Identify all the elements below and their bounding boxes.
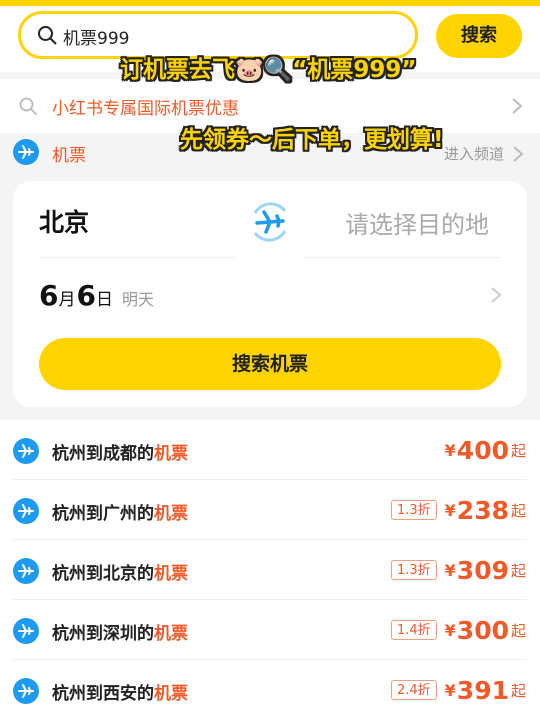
route-name: 杭州到广州的机票	[52, 499, 188, 524]
flight-booking-card: 北京 请选择目的地 6月6日 明天 搜索机票	[13, 181, 527, 407]
route-highlight: 机票	[154, 564, 188, 584]
route-item[interactable]: 杭州到广州的机票 1.3折 ¥238 起	[0, 480, 540, 540]
discount-badge: 1.3折	[390, 500, 437, 520]
date-month-unit: 月	[58, 290, 76, 310]
search-query-text: 机票999	[63, 29, 130, 49]
route-item[interactable]: 杭州到北京的机票 1.3折 ¥309 起	[0, 540, 540, 600]
plane-icon	[13, 618, 39, 644]
date-day-unit: 日	[95, 290, 113, 310]
route-prefix: 杭州到成都的	[52, 444, 154, 464]
swap-plane-icon[interactable]	[245, 199, 295, 245]
route-prefix: 杭州到广州的	[52, 504, 154, 524]
top-accent-strip	[0, 0, 540, 6]
price-suffix: 起	[510, 441, 526, 460]
route-prefix: 杭州到北京的	[52, 564, 154, 584]
route-item[interactable]: 杭州到成都的机票 ¥400 起	[0, 420, 540, 480]
price-value: 391	[456, 675, 509, 705]
route-price: 1.3折 ¥238 起	[390, 494, 526, 526]
route-highlight: 机票	[154, 684, 188, 704]
currency-symbol: ¥	[444, 560, 456, 580]
route-name: 杭州到深圳的机票	[52, 619, 188, 644]
category-label: 机票	[52, 146, 86, 166]
discount-badge: 1.4折	[390, 620, 437, 640]
search-button[interactable]: 搜索	[436, 14, 522, 58]
route-price: ¥400 起	[445, 434, 526, 466]
discount-badge: 1.3折	[390, 560, 437, 580]
chevron-right-icon	[513, 146, 524, 162]
price-value: 400	[456, 435, 509, 465]
route-item[interactable]: 杭州到西安的机票 2.4折 ¥391 起	[0, 660, 540, 720]
divider	[39, 257, 235, 258]
departure-date[interactable]: 6月6日 明天	[39, 279, 154, 312]
route-highlight: 机票	[154, 444, 188, 464]
suggestion-label: 小红书专属国际机票优惠	[52, 99, 239, 119]
divider	[305, 257, 501, 258]
plane-icon	[13, 498, 39, 524]
currency-symbol: ¥	[444, 500, 456, 520]
promo-overlay-line2: 先领券～后下单，更划算!	[180, 127, 444, 153]
plane-icon	[13, 139, 39, 165]
enter-channel-link[interactable]: 进入频道	[444, 143, 504, 164]
route-name: 杭州到成都的机票	[52, 439, 188, 464]
chevron-right-icon	[491, 287, 502, 303]
price-value: 300	[456, 615, 509, 645]
route-price: 1.4折 ¥300 起	[390, 614, 526, 646]
date-weekday: 明天	[121, 290, 154, 309]
route-name: 杭州到西安的机票	[52, 679, 188, 704]
search-flights-button[interactable]: 搜索机票	[39, 338, 501, 390]
price-suffix: 起	[510, 621, 526, 640]
search-icon	[19, 97, 37, 115]
route-highlight: 机票	[154, 504, 188, 524]
search-icon	[38, 26, 57, 45]
date-day: 6	[76, 279, 96, 312]
currency-symbol: ¥	[444, 680, 456, 700]
route-list: 杭州到成都的机票 ¥400 起 杭州到广州的机票 1.3折 ¥238 起 杭州到北京…	[0, 420, 540, 720]
plane-icon	[13, 678, 39, 704]
price-suffix: 起	[510, 561, 526, 580]
destination-input[interactable]: 请选择目的地	[345, 205, 489, 240]
currency-symbol: ¥	[444, 620, 456, 640]
route-prefix: 杭州到西安的	[52, 684, 154, 704]
route-price: 2.4折 ¥391 起	[390, 674, 526, 706]
departure-city[interactable]: 北京	[39, 203, 89, 239]
price-suffix: 起	[510, 681, 526, 700]
date-month: 6	[39, 279, 59, 312]
price-value: 309	[456, 555, 509, 585]
plane-icon	[13, 558, 39, 584]
route-prefix: 杭州到深圳的	[52, 624, 154, 644]
route-name: 杭州到北京的机票	[52, 559, 188, 584]
route-price: 1.3折 ¥309 起	[390, 554, 526, 586]
price-suffix: 起	[510, 501, 526, 520]
promo-overlay-line1: 订机票去飞🐷🔍“机票999”	[120, 57, 417, 83]
currency-symbol: ¥	[444, 440, 456, 460]
discount-badge: 2.4折	[390, 680, 437, 700]
chevron-right-icon	[512, 98, 523, 114]
route-item[interactable]: 杭州到深圳的机票 1.4折 ¥300 起	[0, 600, 540, 660]
price-value: 238	[456, 495, 509, 525]
route-highlight: 机票	[154, 624, 188, 644]
plane-icon	[13, 438, 39, 464]
